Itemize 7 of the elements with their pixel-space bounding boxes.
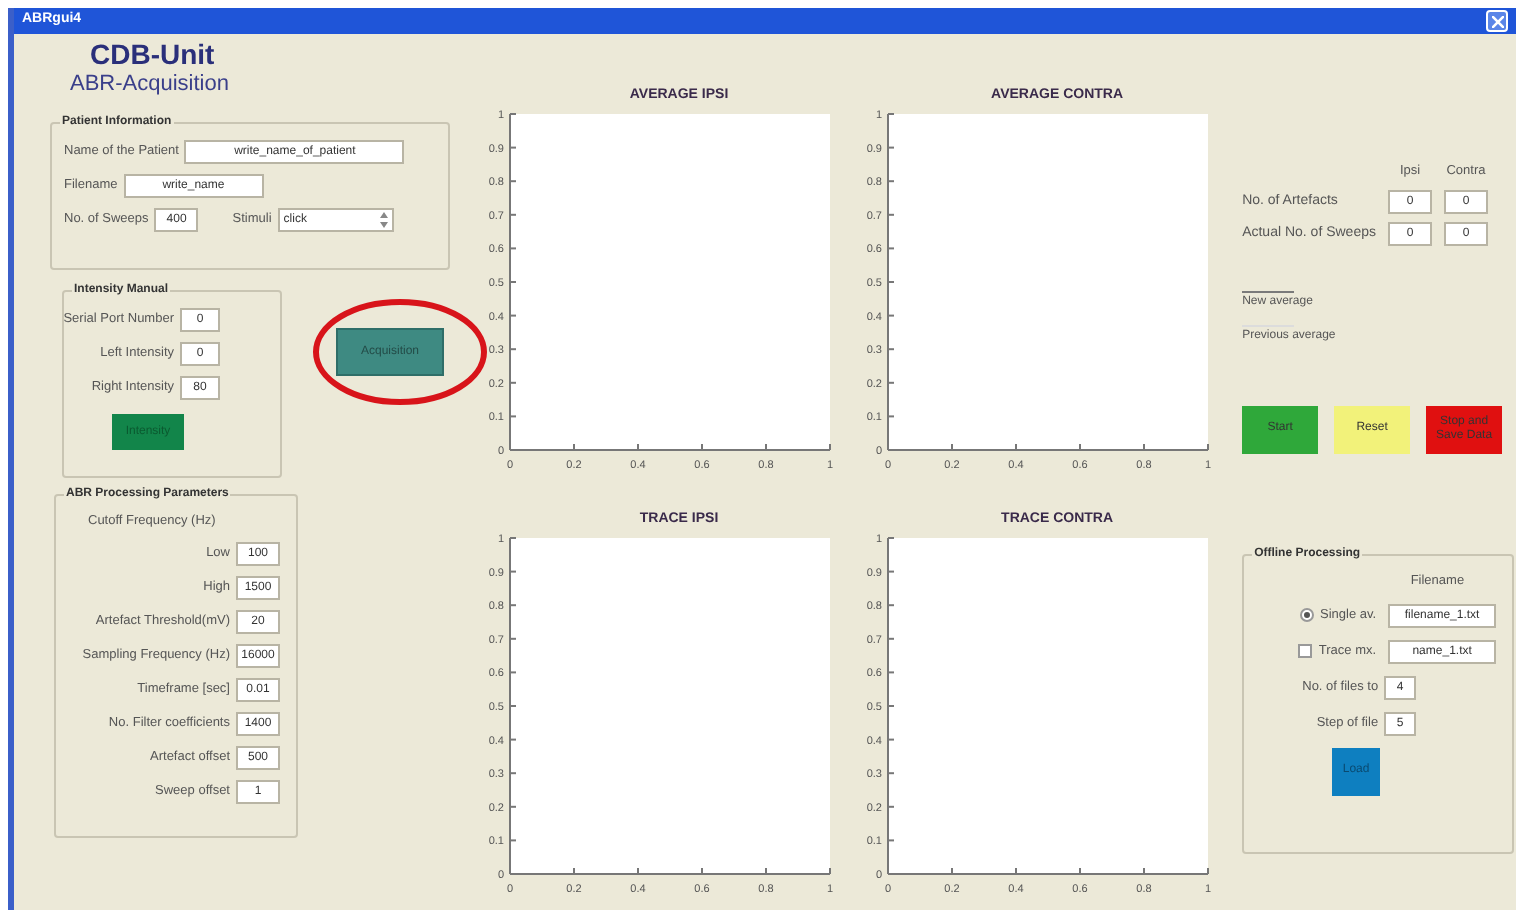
close-button[interactable]	[1486, 10, 1508, 32]
radio-button[interactable]	[1299, 608, 1314, 622]
close-icon	[1491, 15, 1503, 27]
checkbox[interactable]	[1298, 644, 1313, 658]
app-subtitle: ABR-Acquisition	[70, 70, 231, 98]
spinner-arrows-icon	[379, 212, 388, 228]
app-title: CDB-Unit	[90, 38, 217, 70]
